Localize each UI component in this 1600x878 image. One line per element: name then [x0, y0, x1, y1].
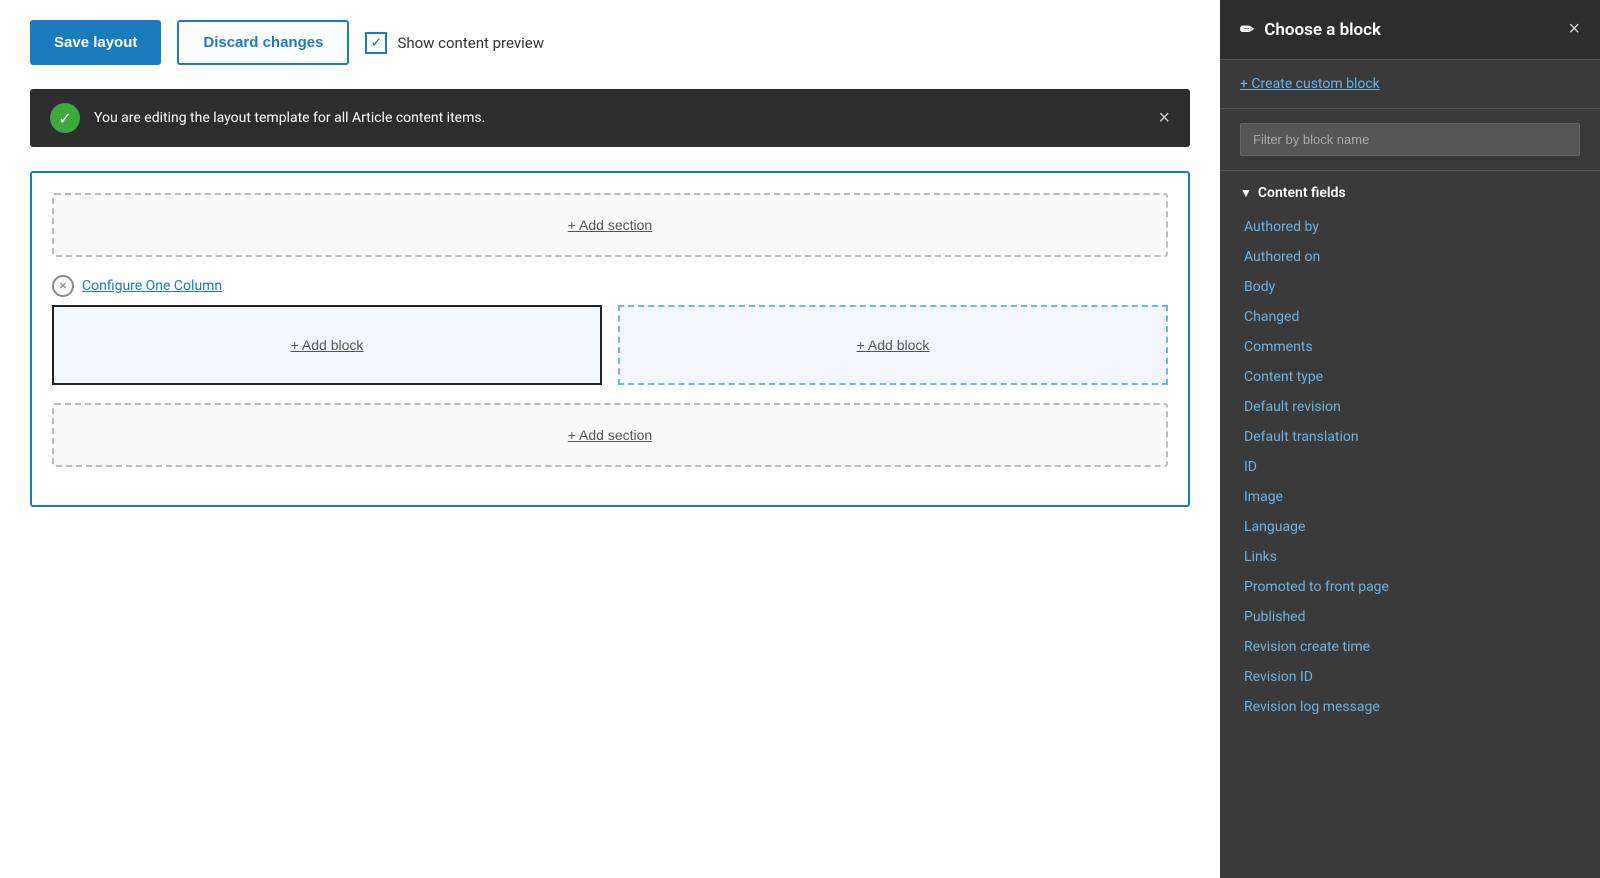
field-item[interactable]: Links [1240, 543, 1580, 571]
banner-message: You are editing the layout template for … [94, 110, 1144, 126]
create-custom-block-link[interactable]: + Create custom block [1240, 76, 1580, 92]
chevron-down-icon: ▼ [1240, 186, 1252, 200]
add-section-top-button[interactable]: + Add section [568, 217, 652, 233]
section-one-column: × Configure One Column + Add block + Add… [52, 275, 1168, 385]
field-list: Authored byAuthored onBodyChangedComment… [1240, 213, 1580, 721]
filter-section [1220, 109, 1600, 171]
discard-changes-button[interactable]: Discard changes [177, 20, 349, 65]
save-layout-button[interactable]: Save layout [30, 20, 161, 65]
field-item[interactable]: Published [1240, 603, 1580, 631]
field-item[interactable]: Image [1240, 483, 1580, 511]
layout-canvas: + Add section × Configure One Column + A… [30, 171, 1190, 507]
info-banner: ✓ You are editing the layout template fo… [30, 89, 1190, 147]
content-fields-toggle[interactable]: ▼ Content fields [1240, 185, 1580, 201]
field-item[interactable]: Content type [1240, 363, 1580, 391]
field-item[interactable]: Default revision [1240, 393, 1580, 421]
content-fields-section: ▼ Content fields Authored byAuthored onB… [1220, 171, 1600, 735]
sidebar-title-container: ✏ Choose a block [1240, 20, 1381, 40]
toolbar: Save layout Discard changes ✓ Show conte… [30, 20, 1190, 65]
configure-section-link[interactable]: Configure One Column [82, 278, 222, 294]
sidebar: ✏ Choose a block × + Create custom block… [1220, 0, 1600, 878]
pencil-icon: ✏ [1240, 20, 1254, 40]
field-item[interactable]: Language [1240, 513, 1580, 541]
sidebar-header: ✏ Choose a block × [1220, 0, 1600, 60]
field-item[interactable]: Revision ID [1240, 663, 1580, 691]
sidebar-close-button[interactable]: × [1568, 18, 1580, 41]
banner-close-button[interactable]: × [1158, 107, 1170, 130]
columns-container: + Add block + Add block [52, 305, 1168, 385]
field-item[interactable]: ID [1240, 453, 1580, 481]
preview-label: Show content preview [397, 34, 544, 52]
field-item[interactable]: Default translation [1240, 423, 1580, 451]
main-content: Save layout Discard changes ✓ Show conte… [0, 0, 1220, 878]
field-item[interactable]: Changed [1240, 303, 1580, 331]
create-custom-block-section: + Create custom block [1220, 60, 1600, 109]
add-section-bottom: + Add section [52, 403, 1168, 467]
field-item[interactable]: Authored by [1240, 213, 1580, 241]
field-item[interactable]: Authored on [1240, 243, 1580, 271]
add-block-button-1[interactable]: + Add block [291, 337, 364, 353]
add-section-top: + Add section [52, 193, 1168, 257]
field-item[interactable]: Promoted to front page [1240, 573, 1580, 601]
preview-toggle: ✓ Show content preview [365, 32, 544, 54]
field-item[interactable]: Comments [1240, 333, 1580, 361]
field-item[interactable]: Body [1240, 273, 1580, 301]
section-header: × Configure One Column [52, 275, 1168, 297]
sidebar-title: Choose a block [1264, 20, 1381, 40]
preview-checkbox[interactable]: ✓ [365, 32, 387, 54]
success-icon: ✓ [50, 103, 80, 133]
filter-input[interactable] [1240, 123, 1580, 156]
column-block-2[interactable]: + Add block [618, 305, 1168, 385]
section-remove-button[interactable]: × [52, 275, 74, 297]
add-block-button-2[interactable]: + Add block [857, 337, 930, 353]
column-block-1[interactable]: + Add block [52, 305, 602, 385]
add-section-bottom-button[interactable]: + Add section [568, 427, 652, 443]
field-item[interactable]: Revision create time [1240, 633, 1580, 661]
content-fields-label: Content fields [1258, 185, 1346, 201]
field-item[interactable]: Revision log message [1240, 693, 1580, 721]
